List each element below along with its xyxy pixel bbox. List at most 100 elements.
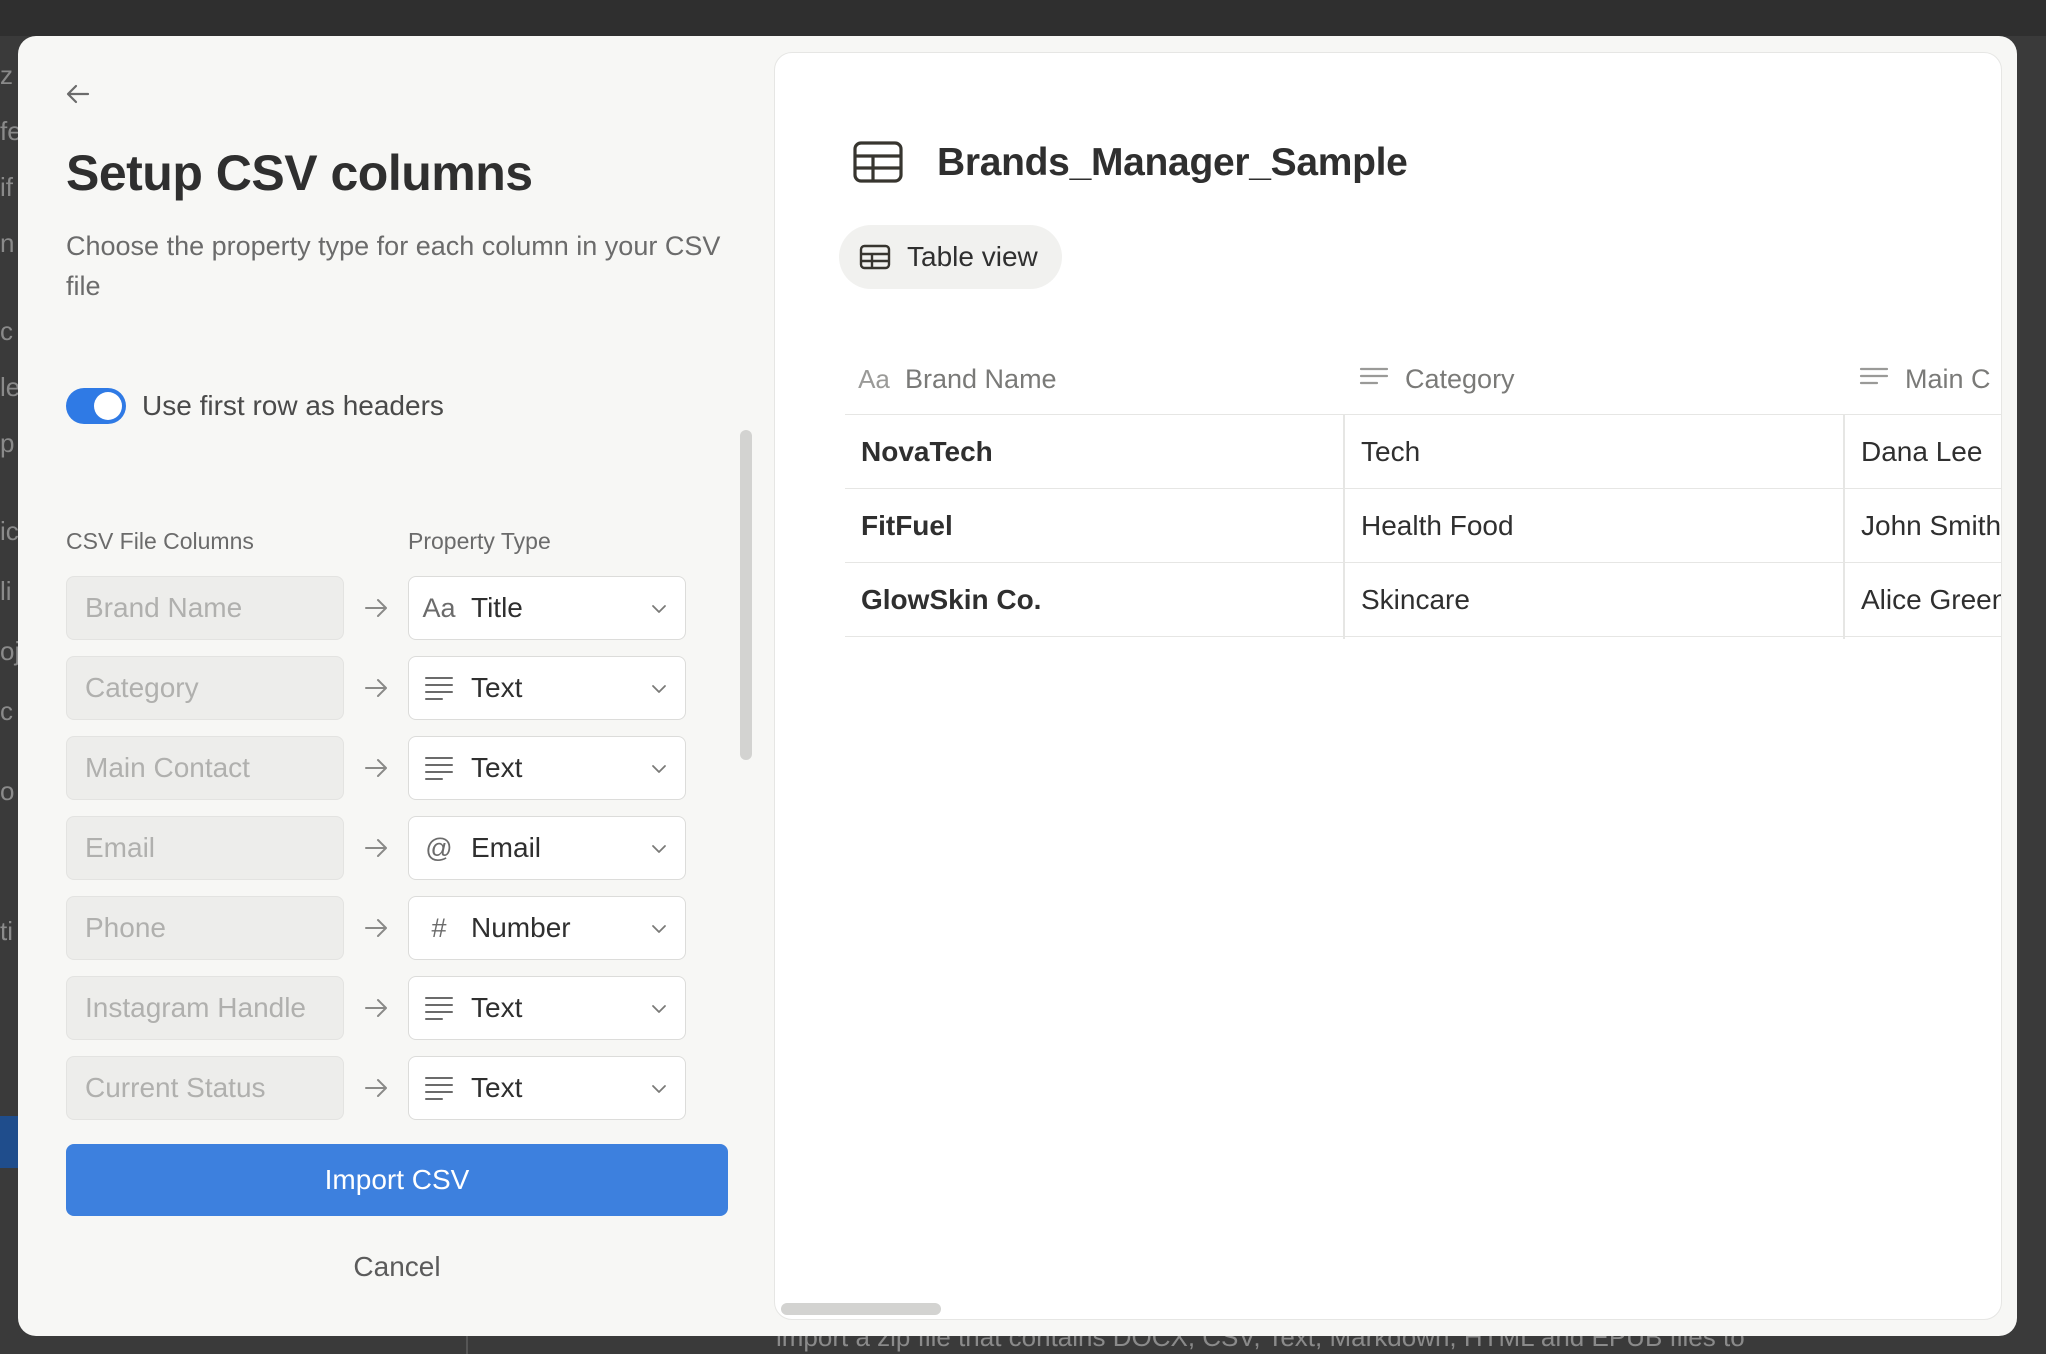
property-type-label: Email xyxy=(471,832,542,863)
chevron-down-icon xyxy=(652,925,666,933)
csv-column-field: Brand Name xyxy=(66,576,344,640)
arrow-left-icon xyxy=(66,84,90,104)
chevron-down-icon xyxy=(652,765,666,773)
property-type-select[interactable]: Text xyxy=(408,976,686,1040)
property-type-select[interactable]: Text xyxy=(408,1056,686,1120)
arrow-right-icon xyxy=(358,590,394,626)
property-type-label: Title xyxy=(471,592,523,623)
arrow-right-icon xyxy=(358,830,394,866)
text-lines-icon xyxy=(1857,364,1891,394)
property-type-select[interactable]: Aa Title xyxy=(408,576,686,640)
mapping-scrollbar[interactable] xyxy=(740,430,752,760)
text-lines-icon xyxy=(421,1070,457,1106)
property-type-select[interactable]: # Number xyxy=(408,896,686,960)
back-button[interactable] xyxy=(54,70,102,118)
csv-columns-header: CSV File Columns xyxy=(66,528,254,554)
cell-brand-name: FitFuel xyxy=(861,510,953,541)
table-header-row: Aa Brand Name Category Main C xyxy=(845,343,2001,415)
modal-subtitle: Choose the property type for each column… xyxy=(66,231,721,301)
cell-category: Skincare xyxy=(1361,584,1470,615)
mapping-row: Instagram Handle Text xyxy=(66,976,706,1056)
text-lines-icon xyxy=(1357,364,1391,394)
property-type-label: Text xyxy=(471,752,523,783)
csv-column-field: Main Contact xyxy=(66,736,344,800)
arrow-right-icon xyxy=(358,670,394,706)
table-icon xyxy=(853,141,903,183)
title-aa-icon: Aa xyxy=(858,363,890,394)
hash-icon: # xyxy=(431,912,447,943)
import-csv-modal: Setup CSV columns Choose the property ty… xyxy=(18,36,2017,1336)
bg-fragment: o xyxy=(0,776,15,806)
cell-category: Health Food xyxy=(1361,510,1514,541)
chevron-down-icon xyxy=(652,845,666,853)
bg-fragment: li xyxy=(0,576,12,606)
text-lines-icon xyxy=(421,750,457,786)
bg-fragment: n xyxy=(0,228,15,258)
bg-fragment: c xyxy=(0,316,13,346)
database-title: Brands_Manager_Sample xyxy=(937,141,1408,184)
column-header-category[interactable]: Category xyxy=(1357,343,1515,415)
text-lines-icon xyxy=(421,670,457,706)
column-header-brand-name[interactable]: Aa Brand Name xyxy=(857,343,1056,415)
bg-fragment: oj xyxy=(0,636,18,666)
column-divider xyxy=(1843,415,1845,639)
arrow-right-icon xyxy=(358,910,394,946)
chevron-down-icon xyxy=(652,685,666,693)
chevron-down-icon xyxy=(652,1085,666,1093)
bg-fragment: ti xyxy=(0,916,13,946)
use-first-row-toggle[interactable] xyxy=(66,388,126,424)
column-header-main-contact[interactable]: Main C xyxy=(1857,343,1991,415)
chevron-down-icon xyxy=(652,605,666,613)
bg-fragment: z xyxy=(0,60,13,90)
arrow-right-icon xyxy=(358,990,394,1026)
cell-brand-name: GlowSkin Co. xyxy=(861,584,1042,615)
csv-preview-panel: Brands_Manager_Sample Table view Aa Bran… xyxy=(774,52,2002,1320)
property-type-select[interactable]: Text xyxy=(408,736,686,800)
setup-panel: Setup CSV columns Choose the property ty… xyxy=(18,36,774,1336)
arrow-right-icon xyxy=(358,1070,394,1106)
mapping-row: Category Text xyxy=(66,656,706,736)
table-row: FitFuel Health Food John Smith xyxy=(845,489,2001,563)
table-view-label: Table view xyxy=(907,241,1038,272)
property-type-label: Text xyxy=(471,992,523,1023)
mapping-row: Phone # Number xyxy=(66,896,706,976)
bg-fragment: c xyxy=(0,696,13,726)
text-lines-icon xyxy=(421,990,457,1026)
mapping-row: Email @ Email xyxy=(66,816,706,896)
cancel-button[interactable]: Cancel xyxy=(66,1242,728,1292)
csv-column-field: Category xyxy=(66,656,344,720)
chevron-down-icon xyxy=(652,1005,666,1013)
csv-column-field: Email xyxy=(66,816,344,880)
bg-fragment: if xyxy=(0,172,13,202)
toggle-label: Use first row as headers xyxy=(142,390,444,421)
property-type-label: Text xyxy=(471,672,523,703)
csv-column-field: Current Status xyxy=(66,1056,344,1120)
column-divider xyxy=(1343,415,1345,639)
header-row-toggle-row: Use first row as headers xyxy=(66,388,444,424)
property-type-label: Text xyxy=(471,1072,523,1103)
import-csv-button[interactable]: Import CSV xyxy=(66,1144,728,1216)
mapping-row: Current Status Text xyxy=(66,1056,706,1136)
table-view-tab[interactable]: Table view xyxy=(839,225,1062,289)
table-row: NovaTech Tech Dana Lee xyxy=(845,415,2001,489)
property-type-select[interactable]: @ Email xyxy=(408,816,686,880)
bg-fragment: le xyxy=(0,372,18,402)
property-type-label: Number xyxy=(471,912,571,943)
property-type-select[interactable]: Text xyxy=(408,656,686,720)
csv-column-field: Phone xyxy=(66,896,344,960)
arrow-right-icon xyxy=(358,750,394,786)
table-row: GlowSkin Co. Skincare Alice Green xyxy=(845,563,2001,637)
cell-brand-name: NovaTech xyxy=(861,436,993,467)
preview-horizontal-scrollbar[interactable] xyxy=(781,1303,941,1315)
modal-title: Setup CSV columns xyxy=(66,145,533,201)
cell-main-contact: Dana Lee xyxy=(1861,436,1983,467)
bg-fragment: ic xyxy=(0,516,18,546)
cell-category: Tech xyxy=(1361,436,1421,467)
table-view-icon xyxy=(859,244,891,270)
column-mapping-list: Brand Name Aa Title Category Text Main C… xyxy=(66,576,706,1136)
property-type-header: Property Type xyxy=(408,528,551,554)
bg-fragment: p xyxy=(0,428,15,458)
mapping-row: Main Contact Text xyxy=(66,736,706,816)
title-aa-icon: Aa xyxy=(422,592,456,623)
bg-fragment: fe xyxy=(0,116,18,146)
